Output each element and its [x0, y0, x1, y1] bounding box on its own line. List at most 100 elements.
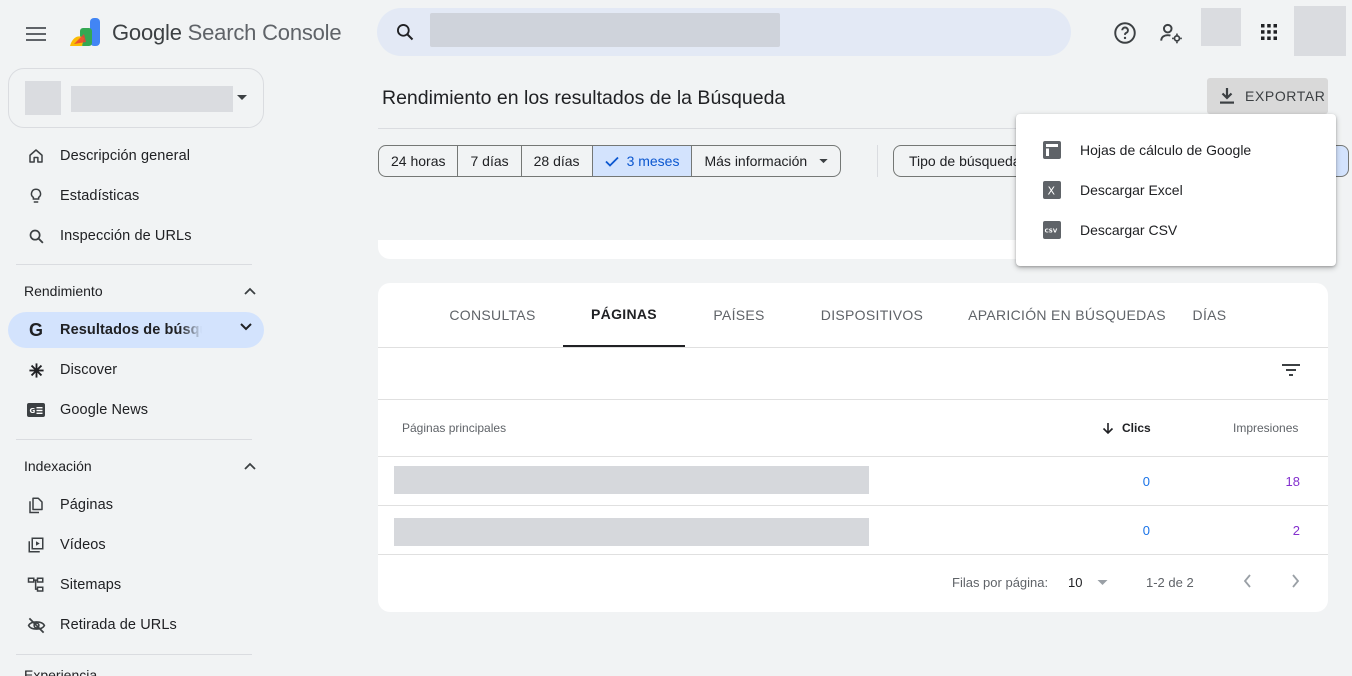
lightbulb-icon — [30, 188, 42, 203]
sidebar-item-videos[interactable]: Vídeos — [8, 527, 264, 563]
sidebar-item-discover[interactable]: Discover — [8, 352, 264, 388]
tab-devices[interactable]: DISPOSITIVOS — [816, 283, 928, 347]
csv-icon: CSV — [1043, 221, 1061, 239]
home-icon — [29, 149, 43, 163]
chevron-right-icon[interactable] — [1291, 574, 1300, 588]
range-more[interactable]: Más información — [692, 146, 840, 176]
column-header-impressions[interactable]: Impresiones — [1233, 421, 1298, 435]
sidebar-divider — [16, 439, 252, 440]
sidebar-item-pages[interactable]: Páginas — [8, 487, 264, 523]
tab-dates[interactable]: DÍAS — [1182, 283, 1237, 347]
menu-item-download-csv[interactable]: CSV Descargar CSV — [1016, 210, 1336, 250]
cell-impressions: 2 — [1292, 523, 1300, 538]
sheets-icon — [1043, 141, 1061, 159]
tabs-divider — [378, 347, 1328, 348]
pagination-range: 1-2 de 2 — [1146, 575, 1194, 590]
asterisk-icon — [28, 362, 44, 378]
export-button[interactable]: EXPORTAR — [1207, 78, 1328, 114]
range-7d[interactable]: 7 días — [458, 146, 522, 176]
column-header-pages[interactable]: Páginas principales — [402, 421, 506, 435]
apps-grid-icon[interactable] — [1259, 22, 1279, 42]
search-bar[interactable] — [377, 8, 1071, 56]
help-icon[interactable] — [1112, 20, 1138, 46]
cell-clicks: 0 — [1142, 523, 1150, 538]
tab-countries[interactable]: PAÍSES — [700, 283, 778, 347]
section-header-experience[interactable]: Experiencia — [24, 667, 97, 676]
property-name-redacted — [71, 86, 233, 112]
range-24h[interactable]: 24 horas — [379, 146, 459, 176]
page-url-redacted[interactable] — [394, 518, 869, 546]
sidebar-item-label: Páginas — [60, 497, 114, 513]
tab-pages[interactable]: PÁGINAS — [563, 283, 685, 347]
tab-search-appearance[interactable]: APARICIÓN EN BÚSQUEDAS — [968, 283, 1165, 347]
column-header-clicks[interactable]: Clics — [1102, 421, 1151, 435]
search-type-filter[interactable]: Tipo de búsqueda — [893, 145, 1033, 177]
menu-item-download-excel[interactable]: X Descargar Excel — [1016, 170, 1336, 210]
admin-settings-icon[interactable] — [1158, 20, 1184, 46]
svg-text:CSV: CSV — [1045, 229, 1058, 235]
toolbar-divider — [378, 399, 1328, 400]
video-icon — [28, 537, 44, 553]
sidebar-item-label: Sitemaps — [60, 577, 122, 593]
page-title: Rendimiento en los resultados de la Búsq… — [382, 87, 786, 109]
sidebar-item-label: Retirada de URLs — [60, 617, 177, 633]
arrow-down-icon — [1102, 422, 1114, 434]
main-menu-button[interactable] — [20, 20, 52, 48]
app-title: Google Search Console — [112, 20, 342, 45]
search-console-logo-icon — [68, 16, 102, 50]
chevron-down-icon[interactable] — [240, 323, 252, 331]
sidebar-item-label: Resultados de búsqueda — [60, 322, 202, 338]
avatar[interactable] — [1294, 6, 1346, 56]
caret-down-icon[interactable] — [1097, 580, 1108, 586]
filter-icon[interactable] — [1281, 363, 1301, 377]
sidebar-item-search-results[interactable]: G Resultados de búsqueda — [8, 312, 264, 348]
filter-separator — [877, 145, 878, 177]
section-header-performance[interactable]: Rendimiento — [24, 276, 256, 306]
google-g-icon: G — [28, 319, 43, 340]
search-input-redacted[interactable] — [430, 13, 780, 47]
data-table-card: CONSULTAS PÁGINAS PAÍSES DISPOSITIVOS AP… — [378, 283, 1328, 612]
header-row-divider — [378, 456, 1328, 457]
sidebar-item-overview[interactable]: Descripción general — [8, 138, 264, 174]
svg-text:G: G — [30, 407, 36, 415]
tab-queries[interactable]: CONSULTAS — [440, 283, 545, 347]
cell-impressions: 18 — [1285, 474, 1300, 489]
download-icon — [1220, 88, 1234, 104]
sidebar-item-label: Descripción general — [60, 148, 191, 164]
chevron-up-icon — [244, 287, 256, 295]
page-url-redacted[interactable] — [394, 466, 869, 494]
dimension-tabs: CONSULTAS PÁGINAS PAÍSES DISPOSITIVOS AP… — [378, 283, 1328, 347]
sitemap-icon — [27, 577, 44, 592]
search-input[interactable] — [430, 13, 780, 47]
sidebar-item-sitemaps[interactable]: Sitemaps — [8, 567, 264, 603]
sidebar-divider — [16, 264, 252, 265]
caret-down-icon — [237, 95, 247, 100]
row-divider — [378, 554, 1328, 555]
news-icon: G — [27, 403, 45, 417]
svg-text:X: X — [1048, 185, 1056, 198]
sidebar-item-label: Discover — [60, 362, 118, 378]
sidebar-item-removals[interactable]: Retirada de URLs — [8, 607, 264, 643]
section-header-indexing[interactable]: Indexación — [24, 451, 256, 481]
user-info-redacted — [1201, 8, 1241, 46]
chevron-left-icon[interactable] — [1243, 574, 1252, 588]
search-icon — [29, 229, 44, 244]
sidebar-item-label: Estadísticas — [60, 188, 140, 204]
cell-clicks: 0 — [1142, 474, 1150, 489]
menu-item-google-sheets[interactable]: Hojas de cálculo de Google — [1016, 130, 1336, 170]
caret-down-icon — [819, 158, 828, 163]
search-icon — [397, 24, 414, 41]
eye-off-icon — [27, 617, 45, 633]
property-selector[interactable] — [8, 68, 264, 128]
sidebar-item-google-news[interactable]: G Google News — [8, 392, 264, 428]
rows-per-page-select[interactable]: 10 — [1068, 575, 1082, 590]
hamburger-icon — [26, 27, 46, 41]
range-28d[interactable]: 28 días — [522, 146, 593, 176]
excel-icon: X — [1043, 181, 1061, 199]
sidebar-item-url-inspection[interactable]: Inspección de URLs — [8, 218, 264, 254]
sidebar-divider — [16, 654, 252, 655]
sidebar-item-label: Inspección de URLs — [60, 228, 192, 244]
export-menu: Hojas de cálculo de Google X Descargar E… — [1016, 114, 1336, 266]
sidebar-item-insights[interactable]: Estadísticas — [8, 178, 264, 214]
range-3m[interactable]: 3 meses — [592, 146, 693, 176]
